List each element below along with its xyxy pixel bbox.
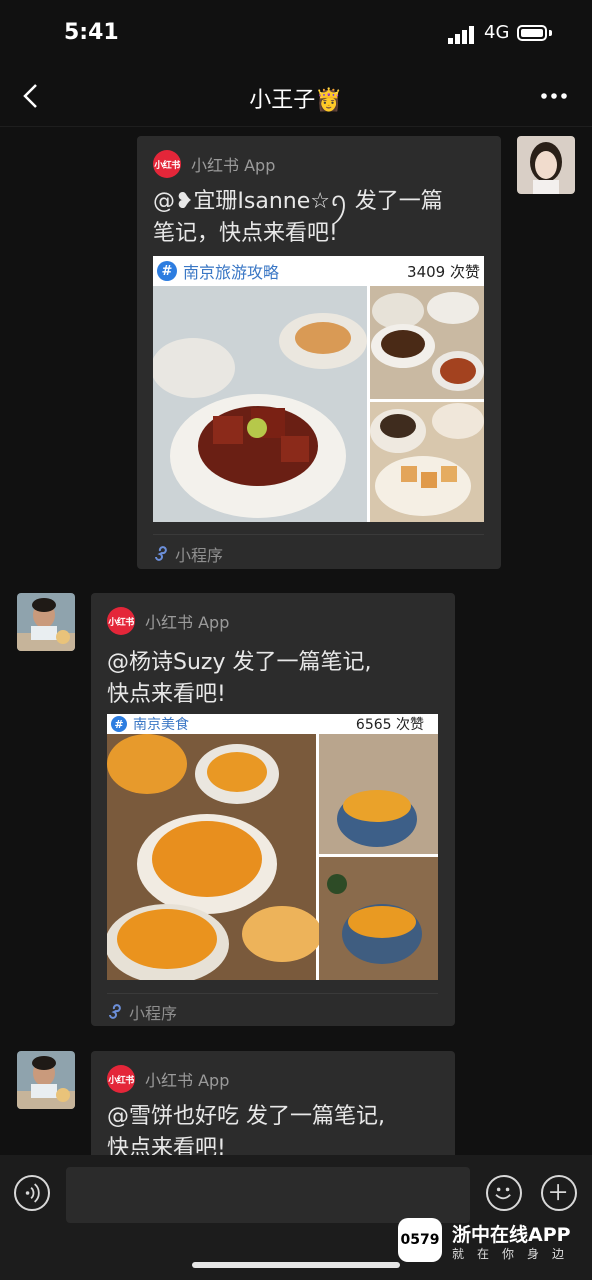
- battery-icon: [517, 25, 547, 41]
- nav-divider: [0, 126, 592, 127]
- emoji-button[interactable]: [486, 1175, 522, 1211]
- miniprogram-icon: [109, 1004, 121, 1019]
- food-photo-collage: [107, 734, 438, 980]
- message-line-1: @❥宜珊Isanne☆ꪆ 发了一篇: [153, 189, 443, 214]
- topic-tag-label: 南京旅游攻略: [183, 263, 280, 282]
- miniprogram-card-2[interactable]: 小红书 小红书 App @杨诗Suzy 发了一篇笔记, 快点来看吧! # 南京美…: [91, 593, 455, 1026]
- preview-bar: # 南京旅游攻略 3409 次赞: [153, 256, 484, 286]
- xiaohongshu-logo-icon: 小红书: [107, 1065, 135, 1093]
- card-header: 小红书 小红书 App: [153, 150, 275, 178]
- miniprogram-label: 小程序: [175, 546, 224, 565]
- preview-bar: # 南京美食 6565 次赞: [107, 714, 438, 734]
- status-time: 5:41: [64, 20, 119, 45]
- card-app-name: 小红书 App: [145, 613, 230, 632]
- card-app-name: 小红书 App: [191, 156, 276, 175]
- xiaohongshu-logo-icon: 小红书: [107, 607, 135, 635]
- card-message-text: @雪饼也好吃 发了一篇笔记, 快点来看吧!: [107, 1101, 385, 1155]
- network-type: 4G: [484, 22, 510, 43]
- hashtag-icon: #: [157, 261, 177, 281]
- home-indicator: [192, 1262, 400, 1268]
- watermark-slogan: 就在你身边: [452, 1247, 578, 1261]
- cellular-signal-icon: [448, 26, 474, 44]
- miniprogram-icon: [155, 546, 167, 561]
- sender-avatar[interactable]: [17, 593, 75, 651]
- watermark-name: 浙中在线APP: [452, 1224, 571, 1246]
- card-header: 小红书 小红书 App: [107, 607, 229, 635]
- xiaohongshu-logo-icon: 小红书: [153, 150, 181, 178]
- message-line-2: 笔记，快点来看吧!: [153, 221, 338, 246]
- more-options-button[interactable]: [540, 86, 568, 106]
- note-preview[interactable]: # 南京美食 6565 次赞: [107, 714, 438, 980]
- message-line-2: 快点来看吧!: [107, 682, 226, 707]
- miniprogram-card-1[interactable]: 小红书 小红书 App @❥宜珊Isanne☆ꪆ 发了一篇 笔记，快点来看吧! …: [137, 136, 501, 569]
- voice-input-button[interactable]: [14, 1175, 50, 1211]
- topic-tag: # 南京旅游攻略: [157, 259, 279, 283]
- message-line-1: @杨诗Suzy 发了一篇笔记,: [107, 650, 372, 675]
- miniprogram-label: 小程序: [129, 1004, 178, 1023]
- card-footer: 小程序: [107, 1000, 177, 1024]
- message-line-2: 快点来看吧!: [107, 1136, 226, 1155]
- chat-title: 小王子👸: [249, 88, 343, 113]
- card-footer: 小程序: [153, 542, 223, 566]
- hashtag-icon: #: [111, 716, 127, 732]
- watermark-logo: 0579: [398, 1218, 442, 1262]
- more-actions-plus-button[interactable]: [541, 1175, 577, 1211]
- message-input[interactable]: [66, 1167, 470, 1223]
- topic-tag: # 南京美食: [111, 714, 189, 734]
- like-count: 6565 次赞: [355, 717, 424, 733]
- card-app-name: 小红书 App: [145, 1071, 230, 1090]
- note-preview[interactable]: # 南京旅游攻略 3409 次赞: [153, 256, 484, 522]
- card-message-text: @❥宜珊Isanne☆ꪆ 发了一篇 笔记，快点来看吧!: [153, 186, 443, 250]
- like-count: 3409 次赞: [407, 262, 480, 281]
- food-photo-collage: [153, 286, 484, 522]
- card-divider: [107, 993, 438, 994]
- card-header: 小红书 小红书 App: [107, 1065, 229, 1093]
- topic-tag-label: 南京美食: [133, 717, 189, 733]
- sender-avatar[interactable]: [17, 1051, 75, 1109]
- message-line-1: @雪饼也好吃 发了一篇笔记,: [107, 1104, 385, 1129]
- battery-tip: [549, 30, 552, 36]
- miniprogram-card-3[interactable]: 小红书 小红书 App @雪饼也好吃 发了一篇笔记, 快点来看吧!: [91, 1051, 455, 1155]
- card-divider: [153, 534, 484, 535]
- card-message-text: @杨诗Suzy 发了一篇笔记, 快点来看吧!: [107, 647, 371, 711]
- my-avatar[interactable]: [517, 136, 575, 194]
